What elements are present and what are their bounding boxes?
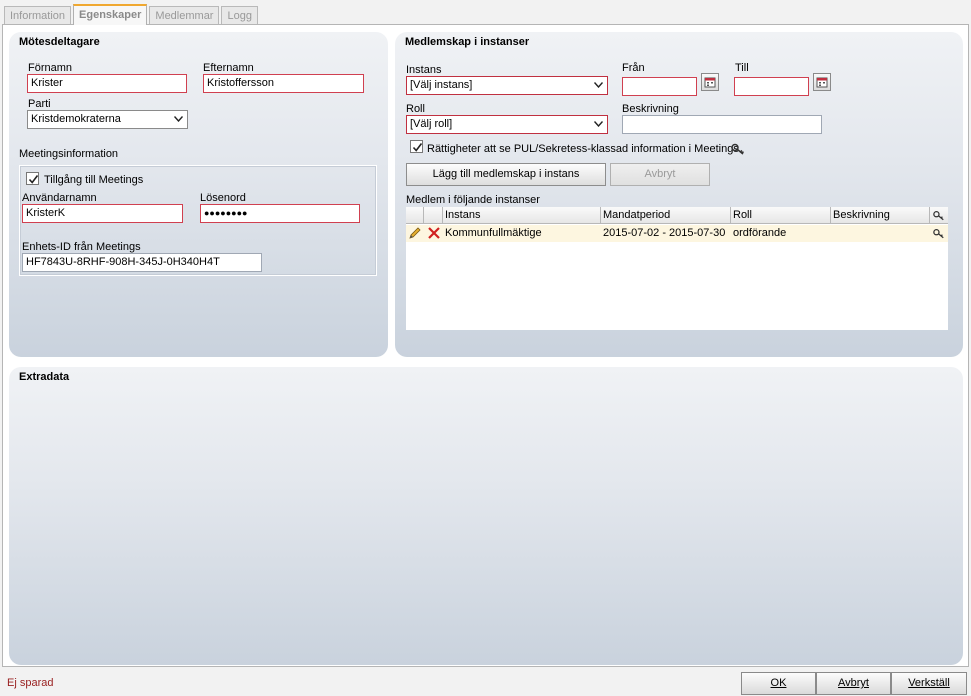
status-bar: Ej sparad OK Avbryt Verkställ	[0, 670, 971, 696]
to-label: Till	[735, 62, 749, 74]
description-label: Beskrivning	[622, 103, 679, 115]
instance-dropdown-value: [Välj instans]	[410, 79, 473, 91]
ok-button[interactable]: OK	[741, 672, 816, 695]
role-label: Roll	[406, 103, 425, 115]
header-roll[interactable]: Roll	[731, 207, 831, 224]
membership-panel: Medlemskap i instanser Instans [Välj ins…	[395, 32, 963, 357]
row-key-cell[interactable]	[930, 225, 948, 242]
last-name-field[interactable]: Kristoffersson	[203, 74, 364, 93]
row-delete-cell[interactable]	[424, 225, 443, 242]
table-header: Instans Mandatperiod Roll Beskrivning	[406, 207, 948, 224]
extradata-panel: Extradata	[9, 367, 963, 665]
delete-icon[interactable]	[427, 226, 441, 240]
from-label: Från	[622, 62, 645, 74]
party-dropdown[interactable]: Kristdemokraterna	[27, 110, 188, 129]
checkmark-icon	[28, 175, 39, 184]
tab-bar: Information Egenskaper Medlemmar Logg	[4, 4, 260, 25]
meetings-section-title: Meetingsinformation	[19, 148, 119, 160]
to-calendar-button[interactable]	[813, 73, 831, 91]
party-label: Parti	[28, 98, 51, 110]
row-edit-cell[interactable]	[406, 225, 424, 242]
password-field[interactable]: ●●●●●●●●	[200, 204, 360, 223]
save-status: Ej sparad	[7, 677, 54, 689]
description-field[interactable]	[622, 115, 822, 134]
member-list-title: Medlem i följande instanser	[406, 194, 540, 206]
calendar-icon	[704, 77, 716, 88]
to-date-field[interactable]	[734, 77, 809, 96]
extradata-panel-title: Extradata	[19, 371, 70, 383]
header-delete-col	[424, 207, 443, 224]
pencil-icon[interactable]	[408, 226, 422, 240]
checkmark-icon	[412, 143, 423, 152]
instance-dropdown[interactable]: [Välj instans]	[406, 76, 608, 95]
apply-button-label: Verkställ	[908, 677, 950, 689]
from-calendar-button[interactable]	[701, 73, 719, 91]
first-name-label: Förnamn	[28, 62, 73, 74]
membership-panel-title: Medlemskap i instanser	[405, 36, 530, 48]
access-label: Tillgång till Meetings	[44, 174, 144, 186]
username-label: Användarnamn	[22, 192, 97, 204]
role-dropdown-value: [Välj roll]	[410, 118, 453, 130]
last-name-label: Efternamn	[203, 62, 254, 74]
participant-panel-title: Mötesdeltagare	[19, 36, 100, 48]
username-field[interactable]: KristerK	[22, 204, 183, 223]
header-instans[interactable]: Instans	[443, 207, 601, 224]
cell-roll: ordförande	[733, 227, 787, 239]
chevron-down-icon	[174, 116, 183, 122]
first-name-field[interactable]: Krister	[27, 74, 187, 93]
key-icon	[731, 143, 744, 155]
cancel-button[interactable]: Avbryt	[816, 672, 891, 695]
cell-instans: Kommunfullmäktige	[445, 227, 542, 239]
tab-logg[interactable]: Logg	[221, 6, 258, 25]
membership-cancel-button[interactable]: Avbryt	[610, 163, 710, 186]
tab-content: Mötesdeltagare Förnamn Krister Efternamn…	[2, 24, 969, 667]
password-label: Lösenord	[200, 192, 246, 204]
header-key-col	[930, 207, 948, 224]
party-dropdown-value: Kristdemokraterna	[31, 113, 121, 125]
tab-medlemmar[interactable]: Medlemmar	[149, 6, 220, 25]
role-dropdown[interactable]: [Välj roll]	[406, 115, 608, 134]
apply-button[interactable]: Verkställ	[891, 672, 967, 695]
header-mandatperiod[interactable]: Mandatperiod	[601, 207, 731, 224]
unit-id-label: Enhets-ID från Meetings	[22, 241, 141, 253]
tab-information[interactable]: Information	[4, 6, 72, 25]
chevron-down-icon	[594, 121, 603, 127]
meetings-info-group: Tillgång till Meetings Användarnamn Kris…	[19, 165, 377, 276]
from-date-field[interactable]	[622, 77, 697, 96]
cell-mandatperiod: 2015-07-02 - 2015-07-30	[603, 227, 726, 239]
access-checkbox[interactable]	[26, 172, 39, 185]
cancel-button-label: Avbryt	[838, 677, 869, 689]
calendar-icon	[816, 77, 828, 88]
header-beskrivning[interactable]: Beskrivning	[831, 207, 930, 224]
participant-panel: Mötesdeltagare Förnamn Krister Efternamn…	[9, 32, 388, 357]
table-row[interactable]: Kommunfullmäktige 2015-07-02 - 2015-07-3…	[406, 225, 948, 242]
key-icon[interactable]	[933, 228, 945, 239]
add-membership-button[interactable]: Lägg till medlemskap i instans	[406, 163, 606, 186]
cell-beskrivning	[831, 225, 930, 242]
rights-label: Rättigheter att se PUL/Sekretess-klassad…	[427, 143, 739, 155]
chevron-down-icon	[594, 82, 603, 88]
instance-label: Instans	[406, 64, 442, 76]
rights-checkbox[interactable]	[410, 140, 423, 153]
tab-egenskaper[interactable]: Egenskaper	[73, 4, 148, 25]
key-icon	[933, 211, 944, 221]
ok-button-label: OK	[770, 677, 787, 689]
unit-id-field[interactable]: HF7843U-8RHF-908H-345J-0H340H4T	[22, 253, 262, 272]
membership-table: Instans Mandatperiod Roll Beskrivning Ko…	[406, 207, 948, 330]
header-edit-col	[406, 207, 424, 224]
